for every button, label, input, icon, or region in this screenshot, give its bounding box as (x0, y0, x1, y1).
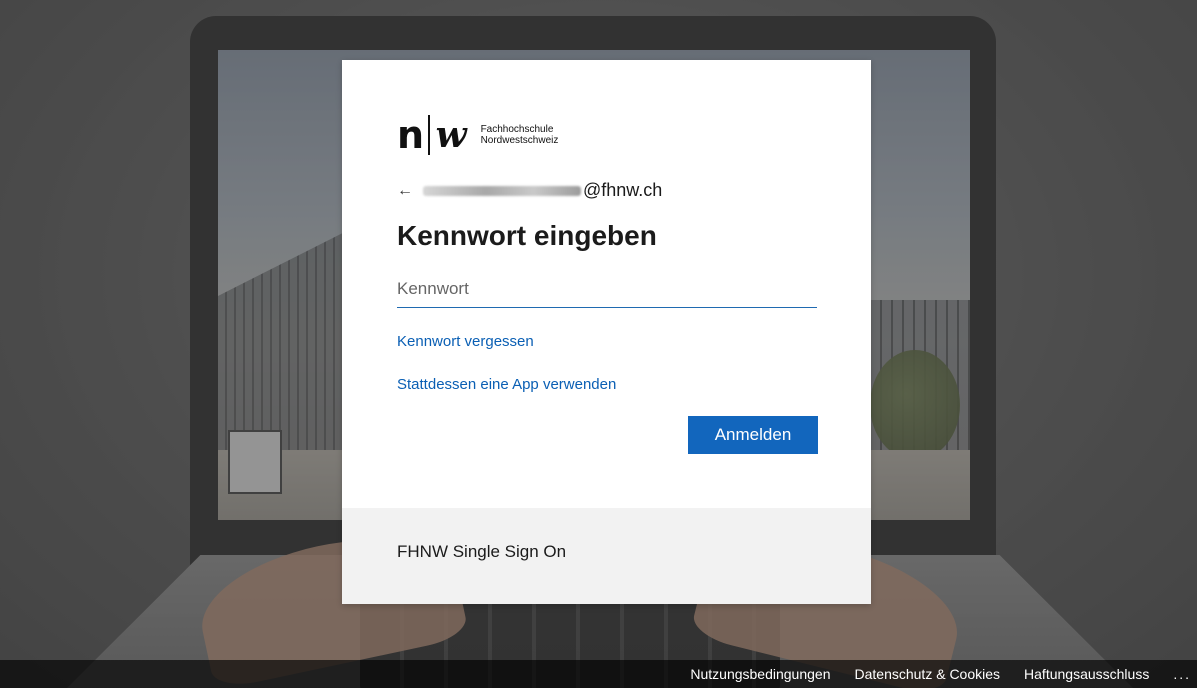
card-footer: FHNW Single Sign On (342, 508, 871, 604)
footer-text: FHNW Single Sign On (397, 542, 567, 561)
sign-in-card: n w Fachhochschule Nordwestschweiz ← @fh… (342, 60, 871, 604)
logo-line-2: Nordwestschweiz (480, 135, 559, 146)
terms-link[interactable]: Nutzungsbedingungen (690, 666, 830, 682)
privacy-link[interactable]: Datenschutz & Cookies (855, 666, 1001, 682)
use-app-link[interactable]: Stattdessen eine App verwenden (397, 376, 616, 393)
logo-divider (428, 115, 430, 155)
sign-in-button[interactable]: Anmelden (688, 416, 818, 454)
forgot-password-link[interactable]: Kennwort vergessen (397, 333, 534, 350)
footer-bar: Nutzungsbedingungen Datenschutz & Cookie… (0, 660, 1197, 688)
disclaimer-link[interactable]: Haftungsausschluss (1024, 666, 1149, 682)
back-arrow-icon[interactable]: ← (397, 182, 413, 200)
fhnw-logo: n w Fachhochschule Nordwestschweiz (397, 115, 558, 155)
page-title: Kennwort eingeben (397, 220, 657, 251)
logo-n: n (397, 113, 424, 157)
logo-w: w (435, 114, 467, 156)
logo-line-1: Fachhochschule (480, 124, 554, 135)
redacted-username (423, 185, 581, 196)
email-domain: @fhnw.ch (583, 180, 663, 200)
password-input[interactable] (397, 273, 817, 307)
logo-text: Fachhochschule Nordwestschweiz (481, 124, 559, 146)
account-identity: ← @fhnw.ch (397, 180, 662, 201)
more-options-icon[interactable]: ... (1173, 666, 1191, 682)
password-field-container (397, 273, 817, 308)
